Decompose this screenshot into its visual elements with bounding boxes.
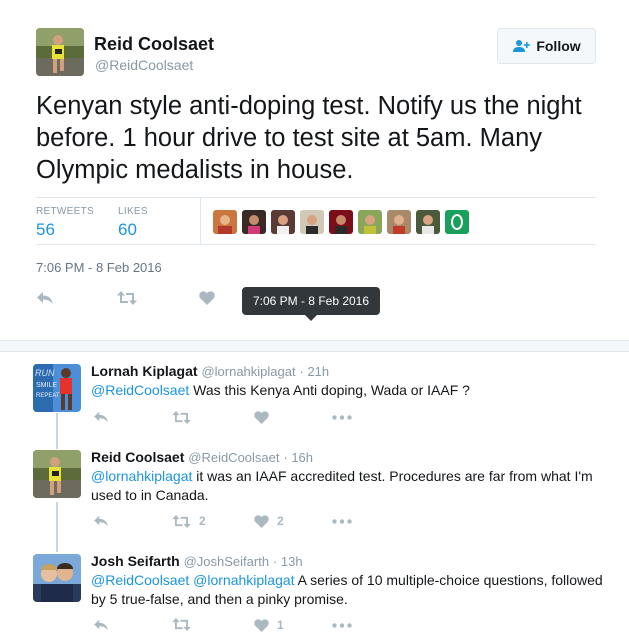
more-icon [332,519,352,524]
add-user-icon [513,40,531,52]
reply-body: Was this Kenya Anti doping, Wada or IAAF… [189,382,470,398]
retweet-icon [172,411,191,424]
retweet-button[interactable]: 2 [172,514,206,528]
reply-avatar[interactable] [33,450,81,498]
thread-line [56,413,58,449]
follow-button[interactable]: Follow [497,28,596,64]
author-name[interactable]: Reid Coolsaet [94,34,214,55]
likes-count: 60 [118,220,137,239]
like-count: 2 [277,514,284,528]
like-button[interactable]: 1 [254,618,284,632]
reply-time[interactable]: · 16h [283,450,313,465]
liker-avatar[interactable] [271,210,295,234]
reply-author-handle[interactable]: @JoshSeifarth [184,554,269,569]
liker-avatar[interactable] [242,210,266,234]
retweet-icon [117,291,137,305]
reply-author-name[interactable]: Lornah Kiplagat [91,363,198,379]
retweet-button[interactable] [117,291,137,305]
like-button[interactable]: 2 [254,514,284,528]
author-handle[interactable]: @ReidCoolsaet [95,57,193,73]
reply-text: @ReidCoolsaet Was this Kenya Anti doping… [91,381,606,400]
reply-author[interactable]: Reid Coolsaet @ReidCoolsaet · 16h [91,449,313,465]
retweets-label: RETWEETS [36,206,94,217]
svg-text:SMILE: SMILE [36,382,57,389]
liker-avatar[interactable] [213,210,237,234]
reply-author-handle[interactable]: @ReidCoolsaet [188,450,279,465]
more-icon [332,623,352,628]
liker-avatar[interactable] [329,210,353,234]
liker-avatar[interactable] [300,210,324,234]
reply-button[interactable] [36,291,54,305]
heart-icon [254,618,269,632]
like-button[interactable] [199,291,215,305]
liker-avatar[interactable] [416,210,440,234]
more-icon [332,415,352,420]
likes-label: LIKES [118,206,148,217]
retweet-count: 2 [199,514,206,528]
reply-button[interactable] [93,515,109,527]
retweet-button[interactable] [172,411,199,424]
svg-text:REPEAT: REPEAT [36,393,60,399]
author-avatar[interactable] [36,28,84,76]
retweets-stat[interactable]: RETWEETS 56 [36,206,94,240]
heart-icon [254,411,269,424]
liker-avatars [213,210,469,234]
reply-author-handle[interactable]: @lornahkiplagat [201,364,295,379]
reply-icon [94,411,108,423]
more-button[interactable] [332,623,352,628]
reply-avatar[interactable]: RUN SMILE REPEAT [33,364,81,412]
retweets-count: 56 [36,220,55,239]
follow-label: Follow [536,38,581,54]
more-button[interactable] [332,415,352,420]
reply-icon [94,515,108,527]
retweet-button[interactable] [172,618,199,631]
retweet-icon [172,514,191,528]
reply-icon [94,619,108,631]
main-tweet: Reid Coolsaet @ReidCoolsaet Follow Kenya… [0,0,629,340]
likes-stat[interactable]: LIKES 60 [118,206,148,240]
svg-text:RUN: RUN [35,368,55,378]
liker-avatar[interactable] [358,210,382,234]
more-button[interactable] [332,519,352,524]
tweet-stats: RETWEETS 56 LIKES 60 [36,197,596,245]
liker-avatar[interactable] [445,210,469,234]
reply-mention[interactable]: @ReidCoolsaet @lornahkiplagat [91,572,295,588]
liker-avatar[interactable] [387,210,411,234]
tweet-timestamp[interactable]: 7:06 PM - 8 Feb 2016 [36,260,162,275]
reply-author[interactable]: Josh Seifarth @JoshSeifarth · 13h [91,553,303,569]
reply-button[interactable] [93,411,109,423]
reply-avatar[interactable] [33,554,81,602]
like-count: 1 [277,618,284,632]
reply-mention[interactable]: @lornahkiplagat [91,468,192,484]
timestamp-tooltip: 7:06 PM - 8 Feb 2016 [242,287,380,315]
reply-time[interactable]: · 13h [273,554,303,569]
like-button[interactable] [254,411,277,424]
reply-icon [37,292,53,304]
tweet-text: Kenyan style anti-doping test. Notify us… [36,92,582,184]
reply-time[interactable]: · 21h [300,364,330,379]
reply-author-name[interactable]: Josh Seifarth [91,553,180,569]
reply-mention[interactable]: @ReidCoolsaet [91,382,189,398]
retweet-icon [172,618,191,631]
reply-author-name[interactable]: Reid Coolsaet [91,449,184,465]
heart-icon [254,514,269,528]
stats-divider [200,198,201,244]
tooltip-arrow [305,315,317,321]
reply-text: @ReidCoolsaet @lornahkiplagat A series o… [91,571,606,608]
replies-separator [0,340,629,352]
thread-line [56,502,58,552]
reply-button[interactable] [93,619,109,631]
reply-author[interactable]: Lornah Kiplagat @lornahkiplagat · 21h [91,363,329,379]
heart-icon [199,291,215,305]
reply-text: @lornahkiplagat it was an IAAF accredite… [91,467,606,504]
